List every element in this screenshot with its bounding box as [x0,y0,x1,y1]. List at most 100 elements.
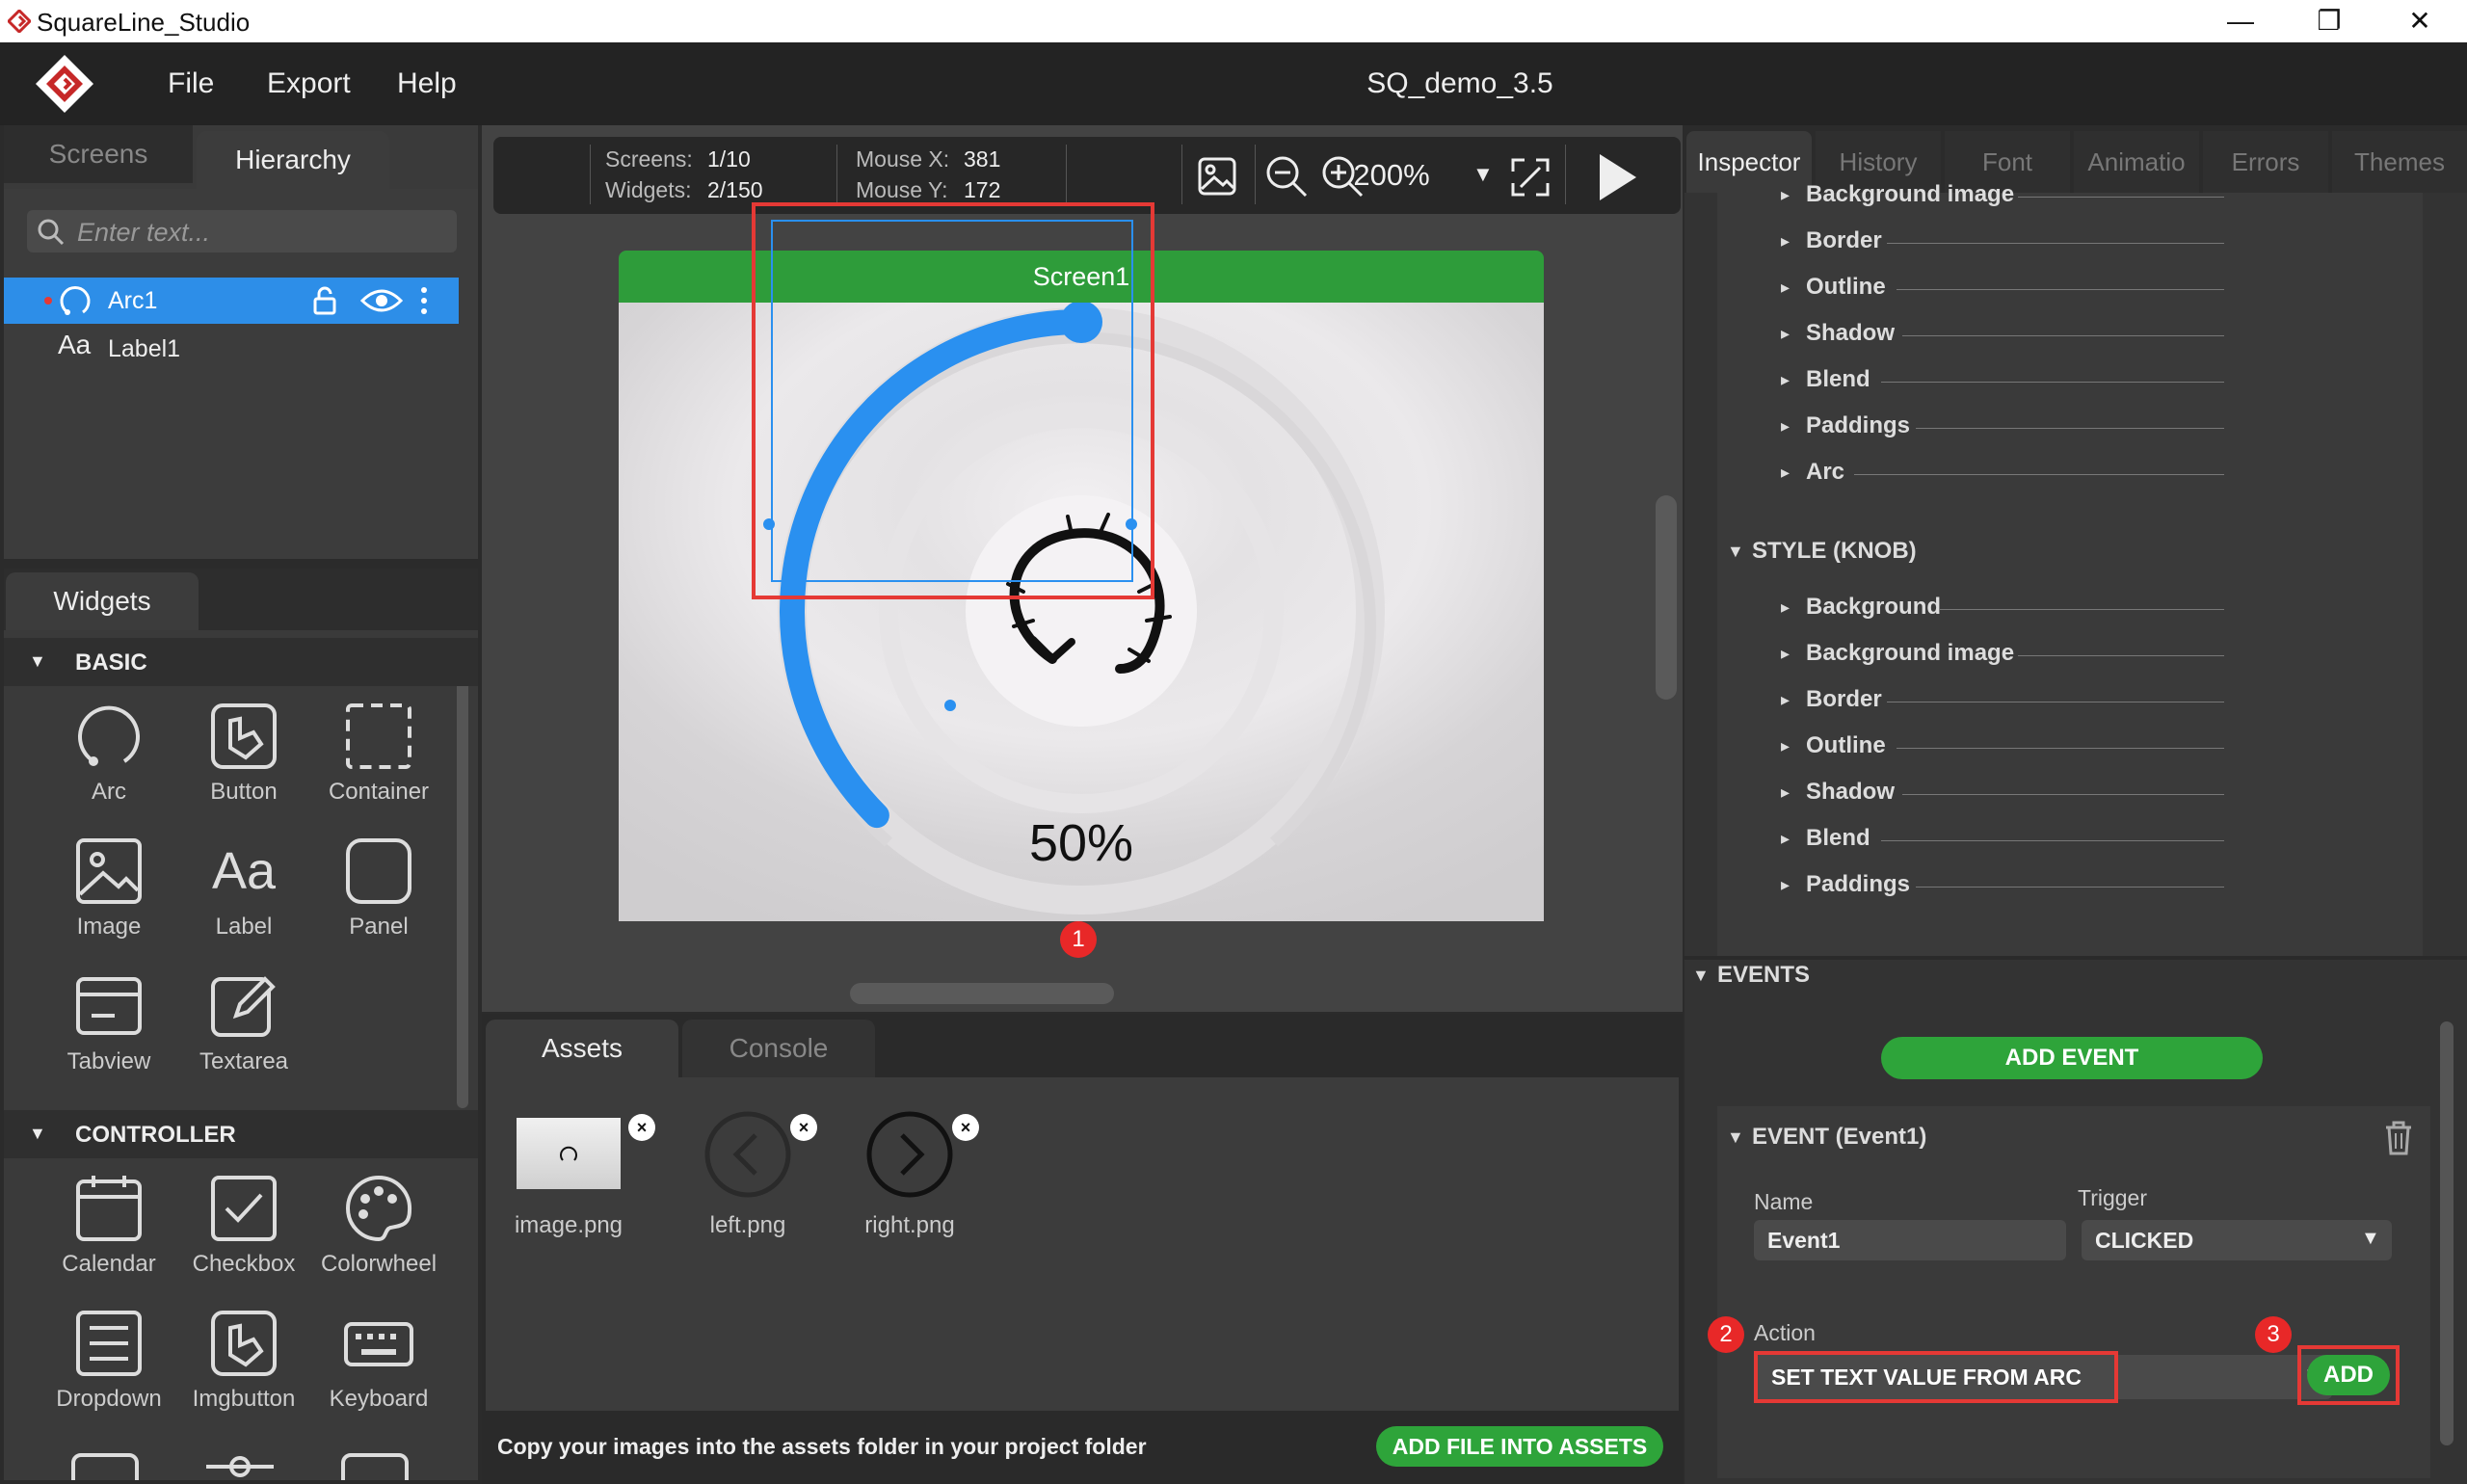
chevron-left-icon[interactable] [703,1110,792,1199]
tab-assets[interactable]: Assets [486,1020,678,1077]
widget-textarea[interactable]: Textarea [181,969,306,1075]
row-divider [1902,335,2224,336]
row-divider [1897,748,2224,749]
section-style-knob[interactable]: ▼ STYLE (KNOB) [1727,538,2209,576]
events-header[interactable]: ▼ EVENTS [1692,962,2078,1000]
add-file-into-assets-button[interactable]: ADD FILE INTO ASSETS [1376,1426,1663,1467]
asset-name: image.png [514,1212,623,1238]
toolbar-divider [836,145,837,204]
remove-asset-icon[interactable]: × [628,1114,655,1141]
section-controller-header[interactable]: ▼ CONTROLLER [4,1110,478,1158]
row-border[interactable]: ▸ Border [1781,227,2455,266]
widget-colorwheel[interactable]: Colorwheel [316,1172,441,1278]
close-button[interactable]: ✕ [2376,2,2463,40]
hierarchy-item-arc1[interactable]: Arc1 [4,278,459,324]
widget-checkbox[interactable]: Checkbox [181,1172,306,1278]
widget-button[interactable]: Button [181,700,306,806]
asset-thumbnail-image[interactable] [517,1118,621,1189]
chevron-right-icon[interactable] [865,1110,954,1199]
tab-console[interactable]: Console [682,1020,875,1077]
menu-file[interactable]: File [168,67,214,100]
widgets-scrollbar[interactable] [457,646,468,1108]
trash-icon[interactable] [2382,1120,2415,1156]
expand-icon: ▸ [1781,875,1791,894]
fit-screen-icon[interactable] [1509,156,1552,199]
widget-label: Dropdown [56,1386,162,1412]
widget-label: Keyboard [329,1386,429,1412]
assets-grid: × image.png × left.png × right.png [486,1077,1679,1411]
play-icon[interactable] [1592,150,1640,204]
more-widgets-icons [71,1453,409,1480]
step-badge-2: 2 [1708,1316,1744,1353]
row-outline[interactable]: ▸ Outline [1781,274,2455,312]
row-arc[interactable]: ▸ Arc [1781,459,2455,497]
knob-row-border[interactable]: ▸ Border [1781,686,2455,725]
trigger-select[interactable]: CLICKED ▼ [2082,1220,2392,1260]
add-event-button[interactable]: ADD EVENT [1881,1037,2263,1079]
widget-image[interactable]: Image [46,835,172,941]
row-shadow[interactable]: ▸ Shadow [1781,320,2455,358]
row-background-image[interactable]: ▸ Background image [1781,181,2455,220]
resize-handle-right[interactable] [1126,518,1137,530]
tab-hierarchy[interactable]: Hierarchy [197,131,389,189]
widget-calendar[interactable]: Calendar [46,1172,172,1278]
row-paddings[interactable]: ▸ Paddings [1781,412,2455,451]
knob-row-outline[interactable]: ▸ Outline [1781,732,2455,771]
knob-row-shadow[interactable]: ▸ Shadow [1781,779,2455,817]
widget-label: Colorwheel [320,1251,438,1277]
more-options-icon[interactable] [418,285,430,316]
lock-icon[interactable] [310,285,339,316]
tab-screens[interactable]: Screens [4,125,193,183]
menu-help[interactable]: Help [397,67,457,100]
hierarchy-item-label1[interactable]: Label1 [108,335,180,363]
widget-tabview[interactable]: Tabview [46,969,172,1075]
remove-asset-icon[interactable]: × [790,1114,817,1141]
widget-arc[interactable]: Arc [46,700,172,806]
knob-row-background[interactable]: ▸ Background [1781,594,2455,632]
widget-container[interactable]: Container [316,700,441,806]
step-badge-1: 1 [1060,921,1097,958]
canvas-vertical-scrollbar[interactable] [1656,495,1677,700]
widget-imgbutton[interactable]: Imgbutton [181,1307,306,1413]
remove-asset-icon[interactable]: × [952,1114,979,1141]
inspector-scrollbar[interactable] [2440,1021,2454,1445]
background-image-icon[interactable] [1197,156,1237,197]
zoom-out-icon[interactable] [1264,154,1309,199]
widget-dropdown[interactable]: Dropdown [46,1307,172,1413]
zoom-dropdown-icon[interactable]: ▼ [1472,162,1494,187]
widget-label: Calendar [62,1251,156,1277]
row-label: Border [1806,227,1882,253]
chevron-down-icon: ▼ [2361,1228,2380,1249]
widget-keyboard[interactable]: Keyboard [316,1307,441,1413]
knob-row-background-image[interactable]: ▸ Background image [1781,640,2455,678]
event-header[interactable]: ▼ EVENT (Event1) [1727,1124,2209,1162]
asset-name: left.png [709,1212,786,1238]
row-divider [1887,243,2224,244]
row-label: Arc [1806,459,1845,485]
knob-row-paddings[interactable]: ▸ Paddings [1781,871,2455,910]
resize-handle-left[interactable] [763,518,775,530]
widget-panel[interactable]: Panel [316,835,441,941]
arc-percent-label[interactable]: 50% [985,813,1178,873]
add-action-button[interactable]: ADD [2307,1355,2390,1395]
image-icon [76,838,142,904]
canvas-horizontal-scrollbar[interactable] [850,983,1114,1004]
screens-label: Screens: [605,146,693,172]
resize-handle-bottom[interactable] [944,700,956,711]
toolbar-divider [590,145,591,204]
hierarchy-search-input[interactable]: Enter text... [27,210,457,252]
event-name-input[interactable]: Event1 [1754,1220,2066,1260]
menu-export[interactable]: Export [267,67,351,100]
section-basic-header[interactable]: ▼ BASIC [4,638,478,686]
row-blend[interactable]: ▸ Blend [1781,366,2455,405]
eye-icon[interactable] [360,287,403,314]
selection-box[interactable] [771,220,1133,582]
restore-button[interactable]: ❐ [2286,2,2373,40]
knob-row-blend[interactable]: ▸ Blend [1781,825,2455,863]
tab-widgets[interactable]: Widgets [6,572,199,630]
widget-label[interactable]: Aa Label [181,835,306,941]
hierarchy-item-label: Arc1 [108,287,158,314]
minimize-button[interactable]: — [2197,2,2284,40]
zoom-level[interactable]: 200% [1334,158,1449,193]
row-label: Paddings [1806,412,1911,438]
